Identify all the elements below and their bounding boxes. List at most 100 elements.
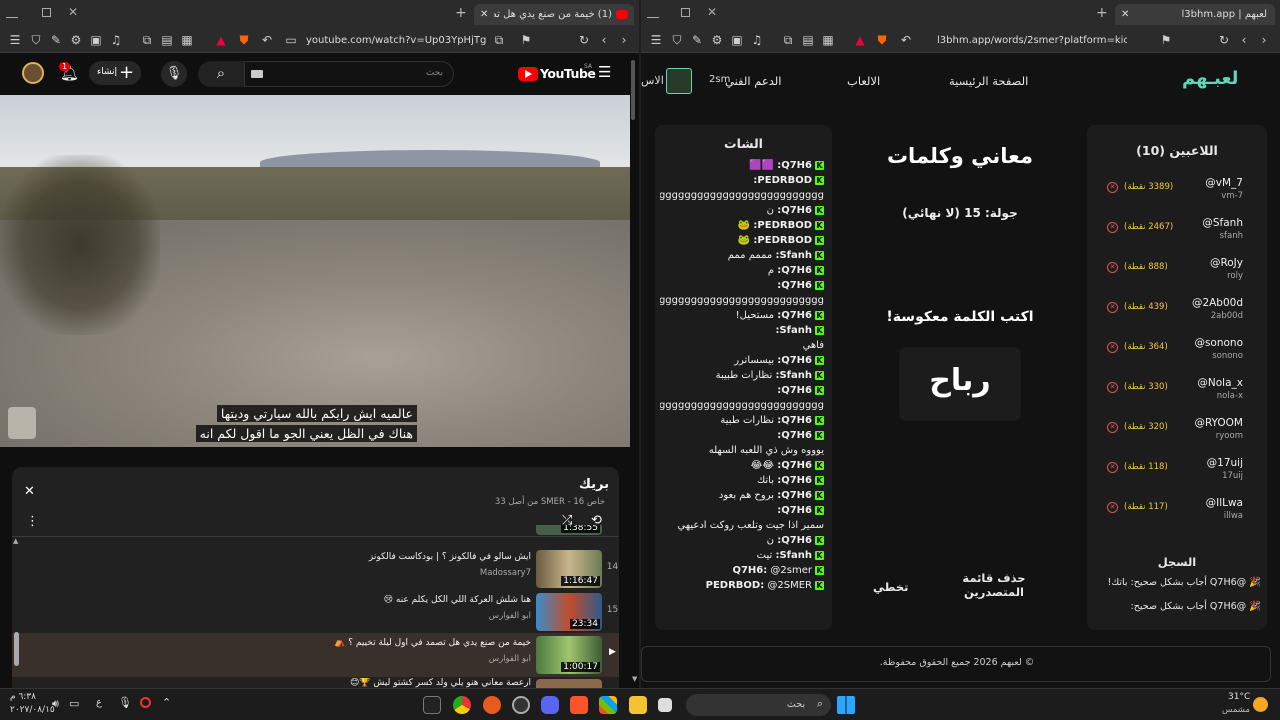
youtube-logo[interactable]: YouTube SA xyxy=(518,63,596,83)
nav-home[interactable]: الصفحة الرئيسية xyxy=(949,74,1028,88)
url-bar[interactable]: youtube.com/watch?v=Up03YpHjTg8&list... xyxy=(306,31,486,50)
clock-date[interactable]: ٢٠٢٧/٠٨/١٥ xyxy=(10,705,55,715)
notes-icon[interactable]: ▦ xyxy=(819,27,837,53)
hamburger-menu-icon[interactable]: ☰ xyxy=(598,63,611,81)
shield-icon[interactable]: ⛉ xyxy=(27,27,45,53)
input-language[interactable]: ع xyxy=(96,697,102,708)
brave-shields-icon[interactable]: ⛊ xyxy=(235,27,253,53)
screenshot-icon[interactable]: ⧉ xyxy=(779,27,797,53)
search-input[interactable]: بحث xyxy=(244,61,454,87)
user-name[interactable]: 2sm xyxy=(709,74,730,85)
windows-start-icon[interactable] xyxy=(837,696,855,714)
tab-youtube[interactable]: ✕ (1) خيمة من صنع يدي هل تصمد في xyxy=(474,4,634,25)
maximize-icon[interactable] xyxy=(42,8,51,17)
minimize-icon[interactable] xyxy=(6,6,18,18)
remove-player-icon[interactable]: ✕ xyxy=(1107,422,1118,433)
close-playlist-icon[interactable]: ✕ xyxy=(24,484,35,499)
back-icon[interactable]: ‹ xyxy=(595,27,613,53)
forward-icon[interactable]: › xyxy=(615,27,633,53)
wallet-icon[interactable]: ▤ xyxy=(799,27,817,53)
tray-expand-icon[interactable]: ⌃ xyxy=(162,696,171,709)
brave-icon[interactable] xyxy=(570,696,588,714)
discord-icon[interactable] xyxy=(541,696,559,714)
item-channel[interactable]: ابو الفوارس xyxy=(489,611,531,621)
reload-history-icon[interactable]: ↶ xyxy=(897,27,915,53)
microphone-icon[interactable]: 🎙︎ xyxy=(118,696,132,709)
maximize-icon[interactable] xyxy=(681,8,690,17)
clock-time[interactable]: ٦:٣٨ م xyxy=(10,692,36,702)
playlist-item[interactable]: 15 23:34 هنا شلش العركة اللي الكل يكلم ع… xyxy=(12,591,619,633)
bookmark-icon[interactable]: ⚑ xyxy=(1157,27,1175,53)
playlist-item[interactable]: 14 1:16:47 ايش سالو في فالكونز ؟ | بودكا… xyxy=(12,548,619,590)
reload-icon[interactable]: ↻ xyxy=(575,27,593,53)
page-scrollbar[interactable] xyxy=(631,60,635,120)
remove-player-icon[interactable]: ✕ xyxy=(1107,182,1118,193)
keyboard-icon[interactable] xyxy=(251,70,263,78)
music-icon[interactable]: ♫ xyxy=(748,27,766,53)
forward-icon[interactable]: › xyxy=(1255,27,1273,53)
site-info-icon[interactable]: ▭ xyxy=(282,27,300,53)
scroll-up-icon[interactable]: ▲ xyxy=(13,537,18,545)
create-button[interactable]: + إنشاء xyxy=(89,61,141,85)
tab-close-icon[interactable]: ✕ xyxy=(480,4,488,25)
remove-player-icon[interactable]: ✕ xyxy=(1107,222,1118,233)
item-channel[interactable]: Madossary7 xyxy=(480,568,531,578)
user-avatar[interactable] xyxy=(666,68,692,94)
clear-leaderboard-button[interactable]: حذف قائمة المتصدرين xyxy=(959,571,1029,599)
task-view-icon[interactable] xyxy=(658,698,672,712)
shield-icon[interactable]: ⛉ xyxy=(668,27,686,53)
remove-player-icon[interactable]: ✕ xyxy=(1107,302,1118,313)
wallet-icon[interactable]: ▤ xyxy=(158,27,176,53)
puzzle-icon[interactable]: ⚙ xyxy=(708,27,726,53)
volume-icon[interactable]: 🔊︎ xyxy=(52,697,59,711)
screenshot-icon[interactable]: ⧉ xyxy=(138,27,156,53)
nav-support[interactable]: الدعم الفني xyxy=(725,74,781,88)
remove-player-icon[interactable]: ✕ xyxy=(1107,502,1118,513)
playlist-item-current[interactable]: ▶ 1:00:17 خيمة من صنع يدي هل تصمد في اول… xyxy=(12,633,619,677)
playlist-item[interactable]: أرعصة معاني هنو يلي ولد كسر كشتو ليش 🏆😊 xyxy=(12,678,619,688)
nav-partial[interactable]: الاس xyxy=(641,74,664,87)
weather-temp[interactable]: 31°C xyxy=(1228,692,1250,702)
close-window-icon[interactable]: ✕ xyxy=(68,5,78,19)
url-bar[interactable]: l3bhm.app/words/2smer?platform=kick xyxy=(937,31,1127,50)
new-tab-button[interactable]: + xyxy=(1096,5,1108,21)
playlist-scrollbar[interactable] xyxy=(14,632,19,666)
scroll-down-icon[interactable]: ▼ xyxy=(632,675,637,683)
notes-icon[interactable]: ▦ xyxy=(178,27,196,53)
recording-icon[interactable] xyxy=(140,697,151,708)
avatar[interactable] xyxy=(22,62,44,84)
menu-icon[interactable]: ☰ xyxy=(6,27,24,53)
voice-search-icon[interactable]: 🎙︎ xyxy=(161,61,187,87)
playlist-item[interactable]: 1:38:55 xyxy=(12,525,619,539)
tab-l3bhm[interactable]: ✕ لعبهم | l3bhm.app xyxy=(1115,4,1275,25)
extensions-icon[interactable]: ✎ xyxy=(47,27,65,53)
brave-shields-icon[interactable]: ⛊ xyxy=(873,27,891,53)
music-icon[interactable]: ♫ xyxy=(107,27,125,53)
remove-player-icon[interactable]: ✕ xyxy=(1107,262,1118,273)
close-window-icon[interactable]: ✕ xyxy=(707,5,717,19)
sidebar-icon[interactable]: ▣ xyxy=(728,27,746,53)
chrome-icon[interactable] xyxy=(453,696,471,714)
display-icon[interactable]: ▭ xyxy=(69,697,79,710)
site-logo[interactable]: لعبـهم xyxy=(1182,68,1238,89)
remove-player-icon[interactable]: ✕ xyxy=(1107,342,1118,353)
bookmark-icon[interactable]: ⚑ xyxy=(517,27,535,53)
share-icon[interactable]: ⧉ xyxy=(490,27,508,53)
sun-icon[interactable] xyxy=(1253,697,1268,712)
taskbar-search[interactable]: ⌕ بحث xyxy=(686,694,831,716)
remove-player-icon[interactable]: ✕ xyxy=(1107,462,1118,473)
extensions-icon[interactable]: ✎ xyxy=(688,27,706,53)
epic-games-icon[interactable] xyxy=(423,696,441,714)
search-button[interactable]: ⌕ xyxy=(198,61,244,87)
back-icon[interactable]: ‹ xyxy=(1235,27,1253,53)
skip-button[interactable]: تخطي xyxy=(873,580,908,594)
tab-close-icon[interactable]: ✕ xyxy=(1121,4,1129,25)
menu-icon[interactable]: ☰ xyxy=(647,27,665,53)
reload-history-icon[interactable]: ↶ xyxy=(258,27,276,53)
minimize-icon[interactable] xyxy=(647,6,659,18)
item-channel[interactable]: ابو الفوارس xyxy=(489,654,531,664)
reload-icon[interactable]: ↻ xyxy=(1215,27,1233,53)
brave-rewards-icon[interactable]: ▲ xyxy=(212,27,230,53)
remove-player-icon[interactable]: ✕ xyxy=(1107,382,1118,393)
steam-icon[interactable] xyxy=(512,696,530,714)
